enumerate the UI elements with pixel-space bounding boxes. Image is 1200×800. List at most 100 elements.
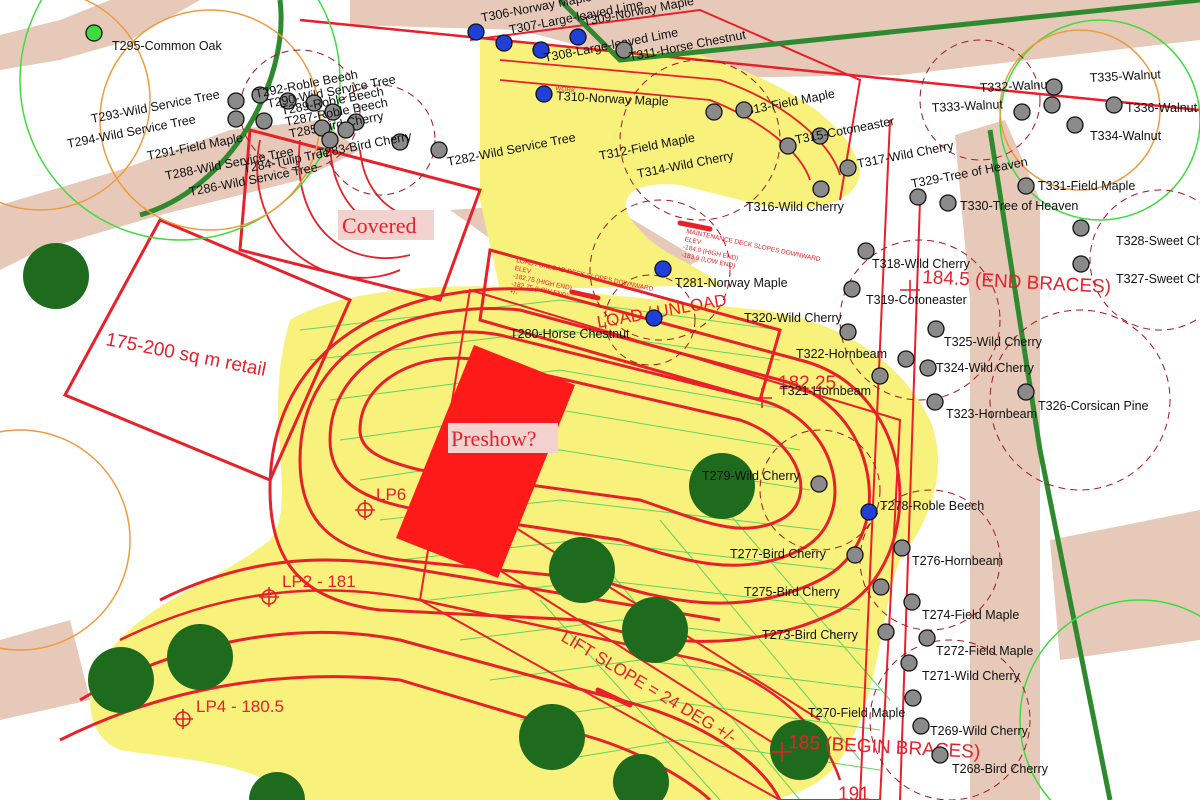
tree-dot[interactable] [904,689,922,707]
tree-dot[interactable] [779,137,797,155]
canopy-tree [622,597,688,663]
tree-label: T334-Walnut [1090,129,1162,143]
tree-dot[interactable] [654,260,672,278]
path-lower-right [1050,510,1200,660]
canopy-tree [689,453,755,519]
canopy-tree [23,243,89,309]
tree-label: T333-Walnut [931,97,1003,115]
tree-label: T317-Wild Cherry [856,138,956,171]
tree-dot[interactable] [337,121,355,139]
lp2-label: LP2 - 181 [282,572,356,591]
tree-marker[interactable]: T328-Sweet Chestnut [1072,219,1200,248]
tree-marker[interactable]: T334-Walnut [1066,116,1162,143]
tree-dot[interactable] [926,393,944,411]
tree-label: T326-Corsican Pine [1038,399,1149,413]
tree-dot[interactable] [227,92,245,110]
tree-label: T280-Horse Chestnut [510,327,630,341]
tree-label: T336-Walnut [1126,101,1198,115]
tree-dot[interactable] [903,593,921,611]
tree-marker[interactable]: T324-Wild Cherry [919,359,1035,377]
covered-tag-text: Covered [342,213,417,238]
tree-dot[interactable] [1017,177,1035,195]
tree-dot[interactable] [877,623,895,641]
tree-label: T274-Field Maple [922,608,1019,622]
tree-dot[interactable] [939,194,957,212]
tree-label: T328-Sweet Chestnut [1116,234,1200,248]
tree-dot[interactable] [872,578,890,596]
tree-label: T324-Wild Cherry [936,361,1035,375]
tree-dot[interactable] [535,85,553,103]
tree-label: T269-Wild Cherry [930,724,1029,738]
tree-label: T321-Hornbeam [780,384,871,398]
preshow-tag: Preshow? [448,423,558,453]
tree-dot[interactable] [1105,96,1123,114]
tree-dot[interactable] [645,309,663,327]
tree-dot[interactable] [846,546,864,564]
tree-label: T325-Wild Cherry [944,335,1043,349]
tree-dot[interactable] [735,101,753,119]
tree-dot[interactable] [927,320,945,338]
tree-dot[interactable] [839,159,857,177]
tree-label: T322-Hornbeam [796,347,887,361]
tree-dot[interactable] [839,323,857,341]
tree-label: T330-Tree of Heaven [960,199,1078,213]
tree-label: T278-Roble Beech [880,499,984,513]
tree-dot[interactable] [467,23,485,41]
tree-dot[interactable] [1045,78,1063,96]
tree-dot[interactable] [860,503,878,521]
tree-label: T270-Field Maple [808,706,905,720]
site-plan-canvas: 175-200 sq m retail 184.5 (END BRACES) 1… [0,0,1200,800]
tree-dot[interactable] [1066,116,1084,134]
canopy-tree [519,704,585,770]
canopy-tree [167,624,233,690]
tree-dot[interactable] [919,359,937,377]
tree-dot[interactable] [897,350,915,368]
tree-dot[interactable] [227,110,245,128]
tree-dot[interactable] [705,103,723,121]
path-right-vertical [955,120,1040,800]
tree-dot[interactable] [810,475,828,493]
tree-dot[interactable] [85,24,103,42]
tree-dot[interactable] [931,746,949,764]
tree-label: T323-Hornbeam [946,407,1037,421]
tree-label: T268-Bird Cherry [952,762,1049,776]
tree-label: T327-Sweet Chestnut [1116,272,1200,286]
tree-dot[interactable] [1017,383,1035,401]
retail-area-label: 175-200 sq m retail [104,329,268,381]
tree-dot[interactable] [1072,219,1090,237]
covered-tag: Covered [338,210,434,240]
tree-label: T277-Bird Cherry [730,547,827,561]
tree-label: T276-Hornbeam [912,554,1003,568]
tree-label: T281-Norway Maple [675,276,788,290]
tree-label: T320-Wild Cherry [744,311,843,325]
preshow-tag-text: Preshow? [451,426,537,451]
tree-dot[interactable] [1043,96,1061,114]
site-plan-map: 175-200 sq m retail 184.5 (END BRACES) 1… [0,0,1200,800]
tree-dot[interactable] [893,539,911,557]
lp6-label: LP6 [376,485,406,504]
tree-dot[interactable] [912,717,930,735]
tree-dot[interactable] [1072,255,1090,273]
tree-dot[interactable] [255,112,273,130]
tree-dot[interactable] [909,188,927,206]
tree-dot[interactable] [871,367,889,385]
tree-label: T272-Field Maple [936,644,1033,658]
elevation-191-label: 191 [838,784,870,800]
tree-dot[interactable] [569,28,587,46]
tree-dot[interactable] [900,654,918,672]
tree-dot[interactable] [812,180,830,198]
tree-label: T332-Walnut [979,77,1051,95]
tree-label: T275-Bird Cherry [744,585,841,599]
tree-marker[interactable]: T335-Walnut [1045,67,1162,96]
tree-label: T335-Walnut [1089,67,1161,85]
tree-label: T279-Wild Cherry [702,469,801,483]
tree-marker[interactable]: T336-Walnut [1105,96,1198,115]
tree-dot[interactable] [430,141,448,159]
tree-dot[interactable] [1013,103,1031,121]
canopy-tree [549,537,615,603]
tree-marker[interactable]: T333-Walnut [931,97,1031,121]
tree-dot[interactable] [495,34,513,52]
tree-dot[interactable] [918,629,936,647]
tree-label: T273-Bird Cherry [762,628,859,642]
tree-dot[interactable] [843,280,861,298]
